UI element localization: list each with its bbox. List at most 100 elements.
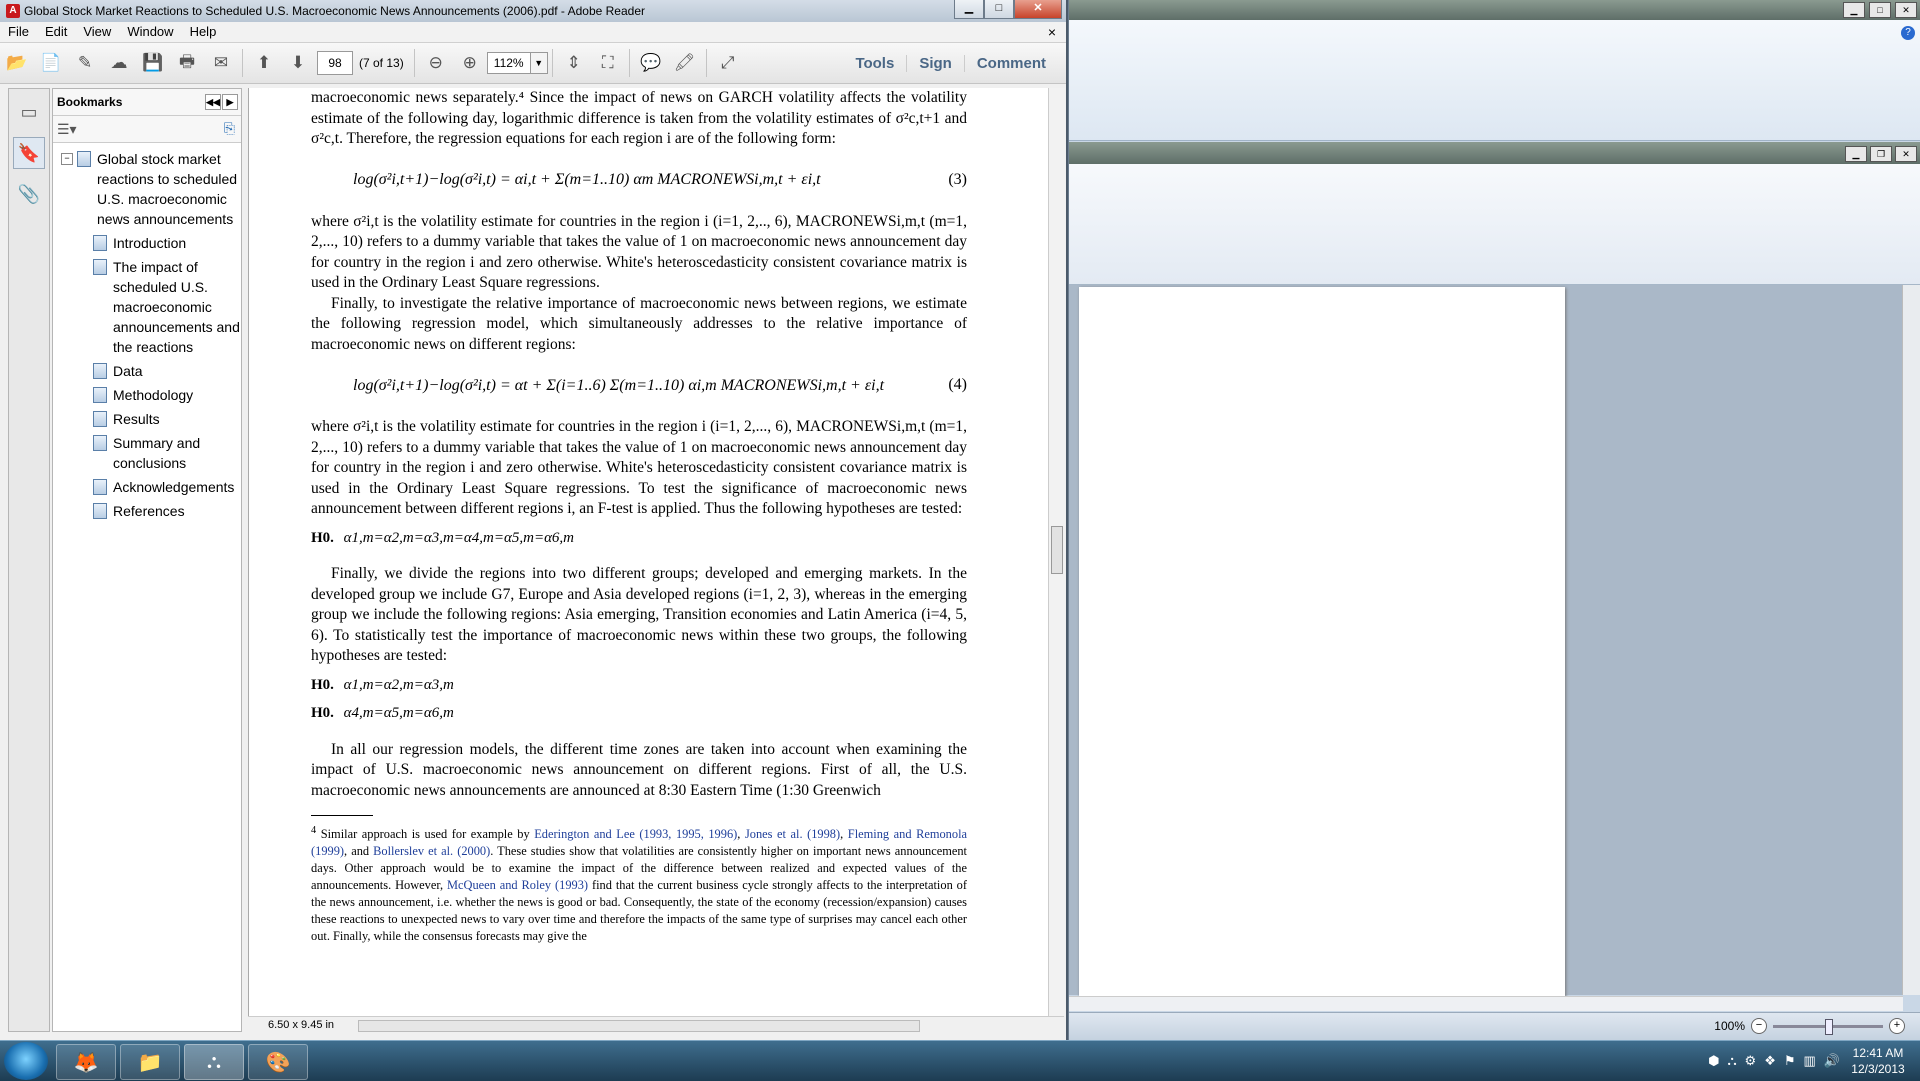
citation-link[interactable]: Jones et al. (1998)	[745, 827, 840, 841]
zoom-slider-thumb[interactable]	[1825, 1018, 1833, 1035]
sticky-note-icon[interactable]: 💬	[638, 50, 664, 76]
bookmark-label: Introduction	[113, 235, 187, 251]
document-horizontal-scrollbar[interactable]	[358, 1020, 920, 1032]
bookmark-data[interactable]: Data	[53, 361, 241, 381]
clock[interactable]: 12:41 AM 12/3/2013	[1846, 1045, 1910, 1077]
citation-link[interactable]: Bollerslev et al. (2000)	[373, 844, 490, 858]
close-button[interactable]: ✕	[1014, 0, 1062, 19]
fit-page-icon[interactable]: ⇕	[561, 50, 587, 76]
bg-close-button[interactable]: ✕	[1895, 2, 1917, 18]
close-document-icon[interactable]: ×	[1048, 22, 1056, 42]
save-icon[interactable]: 💾	[140, 50, 166, 76]
bg-minimize-button[interactable]: ▁	[1843, 2, 1865, 18]
tray-app-icon[interactable]: ⬢	[1708, 1053, 1719, 1069]
options-icon[interactable]: ☰▾	[57, 121, 77, 138]
bookmark-references[interactable]: References	[53, 501, 241, 521]
minimize-button[interactable]: ▁	[954, 0, 984, 19]
bookmark-acknowledgements[interactable]: Acknowledgements	[53, 477, 241, 497]
collapse-panel-icon[interactable]: ◀◀	[205, 94, 221, 110]
paint-icon[interactable]: 🎨	[248, 1044, 308, 1080]
edit-pdf-icon[interactable]: ✎	[72, 50, 98, 76]
open-file-icon[interactable]: 📂	[4, 50, 30, 76]
bookmark-impact[interactable]: The impact of scheduled U.S. macroeconom…	[53, 257, 241, 357]
bookmark-summary[interactable]: Summary and conclusions	[53, 433, 241, 473]
bookmark-methodology[interactable]: Methodology	[53, 385, 241, 405]
help-icon[interactable]: ?	[1901, 26, 1915, 40]
menu-file[interactable]: File	[0, 22, 37, 42]
read-mode-icon[interactable]: ⤢	[715, 50, 741, 76]
adobe-tray-icon[interactable]: ⛬	[1727, 1053, 1736, 1069]
upload-cloud-icon[interactable]: ☁	[106, 50, 132, 76]
zoom-in-button-icon[interactable]: ⊕	[457, 50, 483, 76]
maximize-button[interactable]: □	[984, 0, 1014, 19]
menu-view[interactable]: View	[75, 22, 119, 42]
menu-help[interactable]: Help	[182, 22, 225, 42]
page-thumbnails-icon[interactable]: ▭	[14, 97, 44, 127]
highlight-icon[interactable]: 🖍	[672, 50, 698, 76]
volume-icon[interactable]: 🔊	[1824, 1053, 1840, 1069]
page-number-input[interactable]	[317, 51, 353, 75]
previous-page-icon[interactable]: ⬆	[251, 50, 277, 76]
document-vertical-scrollbar[interactable]	[1048, 88, 1065, 1016]
sign-button[interactable]: Sign	[906, 54, 964, 72]
email-icon[interactable]: ✉	[208, 50, 234, 76]
bookmark-root[interactable]: − Global stock market reactions to sched…	[53, 149, 241, 229]
background-window-titlebar[interactable]	[1069, 0, 1920, 20]
scrollbar-thumb[interactable]	[1051, 526, 1063, 574]
next-page-icon[interactable]: ⬇	[285, 50, 311, 76]
bg-doc-close-button[interactable]: ✕	[1895, 146, 1917, 162]
comment-button[interactable]: Comment	[963, 54, 1058, 72]
footnote-text: Similar approach is used for example by	[316, 827, 535, 842]
taskbar: 🦊 📁 ⛬ 🎨 ⬢ ⛬ ⚙ ❖ ⚑ ▥ 🔊 12:41 AM 12/3/2013	[0, 1040, 1920, 1081]
tray-app-icon[interactable]: ❖	[1764, 1053, 1776, 1069]
citation-link[interactable]: McQueen and Roley (1993)	[447, 878, 588, 892]
paragraph: Finally, we divide the regions into two …	[311, 565, 967, 664]
equation-text: log(σ²i,t+1)−log(σ²i,t) = αi,t + Σ(m=1..…	[353, 171, 821, 189]
zoom-in-icon[interactable]: +	[1889, 1018, 1905, 1034]
zoom-out-icon[interactable]: −	[1751, 1018, 1767, 1034]
collapse-tree-icon[interactable]: −	[61, 153, 73, 165]
tray-app-icon[interactable]: ⚙	[1745, 1053, 1757, 1069]
adobe-reader-taskbar-icon[interactable]: ⛬	[184, 1044, 244, 1080]
bookmark-label: Results	[113, 411, 160, 427]
network-icon[interactable]: ▥	[1804, 1053, 1816, 1069]
citation-link[interactable]: Ederington and Lee (1993, 1995, 1996)	[534, 827, 737, 841]
document-view[interactable]: macroeconomic news separately.⁴ Since th…	[248, 88, 1049, 1016]
create-pdf-icon[interactable]: 📄	[38, 50, 64, 76]
zoom-out-button-icon[interactable]: ⊖	[423, 50, 449, 76]
new-bookmark-icon[interactable]: ⎘	[224, 120, 235, 137]
bookmark-label: Acknowledgements	[113, 479, 235, 495]
fit-width-icon[interactable]: ⛶	[595, 50, 621, 76]
window-titlebar[interactable]: A Global Stock Market Reactions to Sched…	[0, 0, 1066, 22]
start-button[interactable]	[4, 1042, 48, 1080]
chevron-down-icon[interactable]: ▼	[530, 52, 548, 74]
attachments-icon[interactable]: 📎	[14, 179, 44, 209]
background-window[interactable]: ▁ □ ✕ ? ▁ ❐ ✕ 100% − +	[1068, 0, 1920, 1041]
bg-maximize-button[interactable]: □	[1869, 2, 1891, 18]
bg-zoom-level[interactable]: 100%	[1714, 1019, 1745, 1033]
footnote-text: ,	[840, 827, 848, 842]
print-icon[interactable]: 🖶	[174, 50, 200, 76]
page-count: (7 of 13)	[359, 56, 404, 70]
menu-edit[interactable]: Edit	[37, 22, 75, 42]
bookmark-introduction[interactable]: Introduction	[53, 233, 241, 253]
bookmark-label: Summary and conclusions	[113, 435, 201, 471]
bookmark-results[interactable]: Results	[53, 409, 241, 429]
bookmarks-icon[interactable]: 🔖	[13, 137, 45, 169]
zoom-slider[interactable]	[1773, 1018, 1883, 1035]
bg-doc-restore-button[interactable]: ❐	[1870, 146, 1892, 162]
background-document-page[interactable]	[1079, 287, 1565, 997]
background-document-titlebar[interactable]	[1069, 142, 1920, 164]
bg-doc-minimize-button[interactable]: ▁	[1845, 146, 1867, 162]
background-vertical-scrollbar[interactable]	[1902, 285, 1920, 995]
firefox-icon[interactable]: 🦊	[56, 1044, 116, 1080]
file-explorer-icon[interactable]: 📁	[120, 1044, 180, 1080]
menu-window[interactable]: Window	[119, 22, 181, 42]
adobe-reader-window[interactable]: A Global Stock Market Reactions to Sched…	[0, 0, 1068, 1040]
background-horizontal-scrollbar[interactable]	[1069, 996, 1903, 1011]
action-center-icon[interactable]: ⚑	[1784, 1053, 1796, 1069]
adobe-reader-icon[interactable]: A	[6, 4, 20, 18]
expand-panel-icon[interactable]: ▶	[222, 94, 238, 110]
tools-button[interactable]: Tools	[843, 55, 906, 72]
zoom-level-select[interactable]: 112%	[486, 52, 531, 74]
